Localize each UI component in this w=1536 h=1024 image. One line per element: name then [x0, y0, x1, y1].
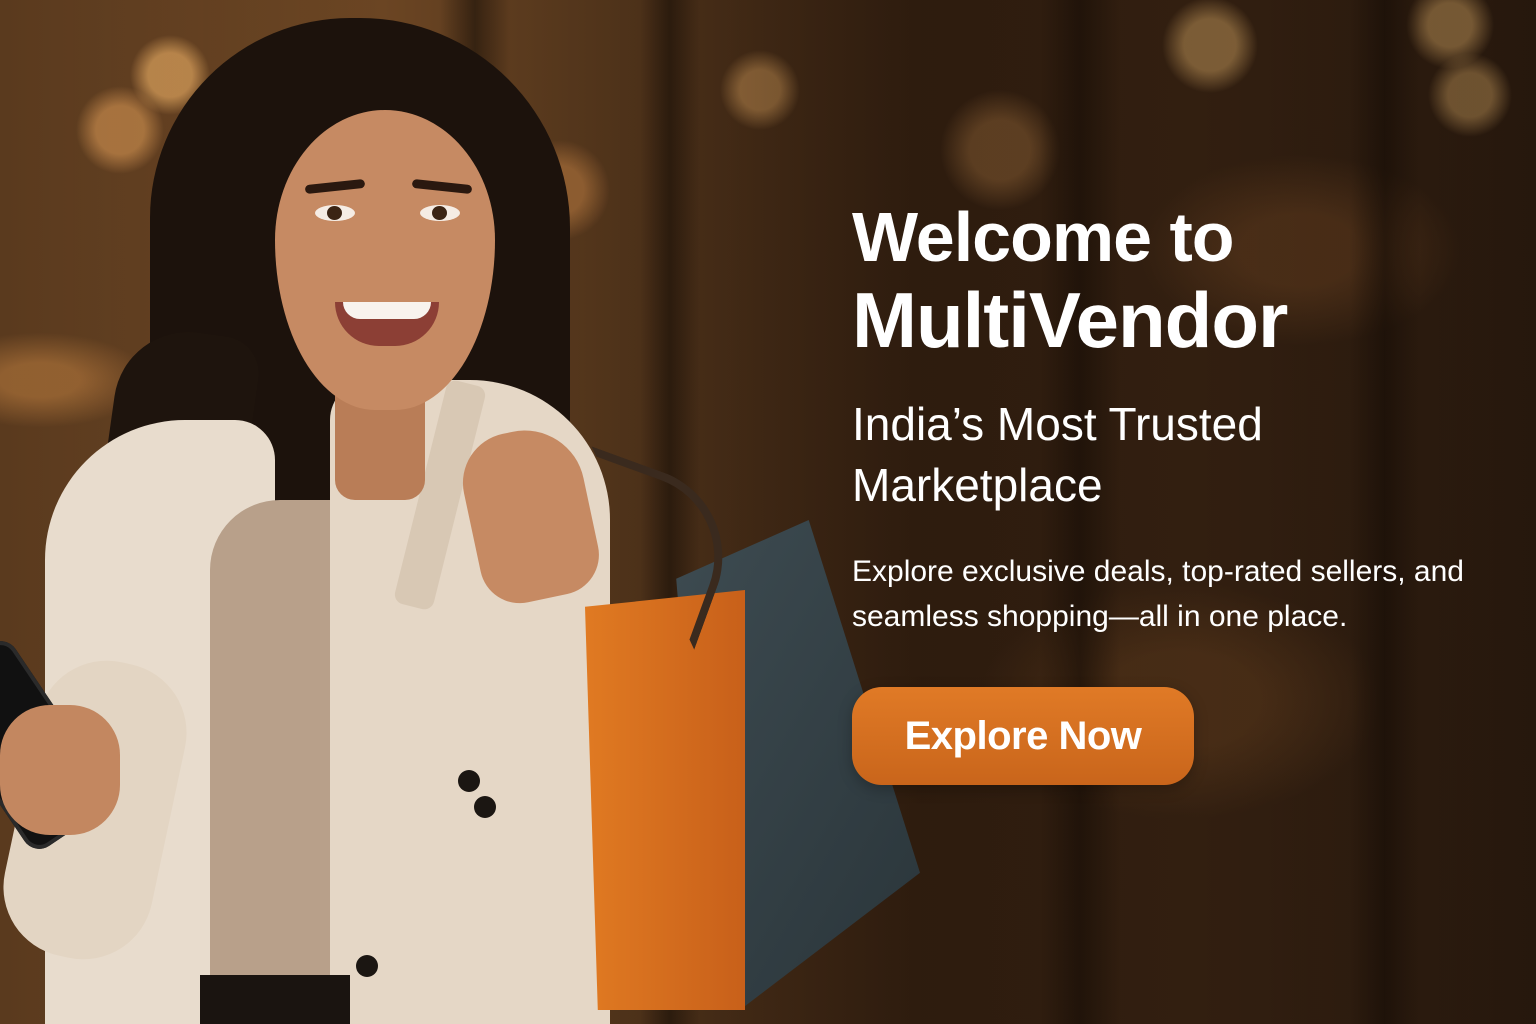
brand-name: MultiVendor	[852, 275, 1288, 364]
coat-button	[474, 796, 496, 818]
hero-description: Explore exclusive deals, top-rated selle…	[852, 555, 1464, 634]
face	[275, 110, 495, 410]
left-hand	[0, 705, 120, 835]
hero-headline: Welcome to MultiVendor	[852, 198, 1512, 364]
headline-line-1: Welcome to	[852, 198, 1235, 276]
hero-subtitle: India’s Most Trusted Marketplace	[852, 397, 1263, 511]
shopping-bag-orange	[585, 590, 745, 1010]
explore-now-button[interactable]: Explore Now	[852, 687, 1194, 786]
eye	[420, 205, 460, 221]
coat-button	[458, 770, 480, 792]
shopper-image	[0, 0, 940, 1024]
hero-copy: Welcome to MultiVendor India’s Most Trus…	[852, 198, 1512, 786]
eye	[315, 205, 355, 221]
hero-banner: Welcome to MultiVendor India’s Most Trus…	[0, 0, 1536, 1024]
coat-button	[356, 955, 378, 977]
trousers	[200, 975, 350, 1024]
